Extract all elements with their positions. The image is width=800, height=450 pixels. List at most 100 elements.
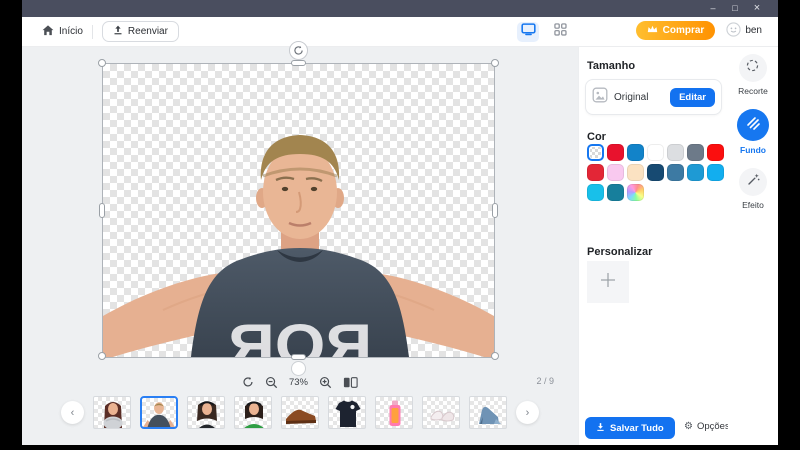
size-value: Original: [614, 91, 649, 103]
color-swatch-9[interactable]: [627, 164, 644, 181]
thumbnail-blue-heel[interactable]: [469, 396, 507, 429]
settings-panel: Tamanho Original Editar Cor Personalizar: [578, 47, 730, 445]
color-swatch-7[interactable]: [587, 164, 604, 181]
home-icon: [42, 24, 54, 39]
image-icon: [592, 87, 608, 108]
thumbnail-woman-headphones[interactable]: [187, 396, 225, 429]
customize-section-title: Personalizar: [587, 246, 653, 258]
thumbnail-selfie-man[interactable]: [140, 396, 178, 429]
home-button[interactable]: Início: [42, 24, 83, 39]
shirt-print-text: ROR: [228, 313, 372, 357]
zoom-out-icon[interactable]: [265, 376, 278, 389]
color-swatch-4[interactable]: [667, 144, 684, 161]
plus-icon: [598, 270, 618, 295]
image-counter: 2 / 9: [536, 376, 554, 386]
options-label: Opções: [696, 421, 730, 432]
background-stripes-icon: [745, 115, 761, 136]
reupload-label: Reenviar: [127, 26, 168, 37]
grid-view-button[interactable]: [549, 22, 571, 42]
app-window: – □ × Início Reenviar Comprar ben ROR 73…: [22, 0, 778, 445]
color-swatch-15[interactable]: [607, 184, 624, 201]
resize-handle-bottom-right[interactable]: [491, 352, 499, 360]
reupload-button[interactable]: Reenviar: [101, 21, 179, 42]
selfie-image: ROR: [103, 135, 494, 357]
prev-arrow-button[interactable]: ‹: [61, 401, 84, 424]
zoom-in-icon[interactable]: [319, 376, 332, 389]
crop-label: Recorte: [738, 86, 768, 96]
rotate-handle[interactable]: [289, 41, 308, 60]
buy-button[interactable]: Comprar: [635, 21, 716, 40]
tool-crop[interactable]: Recorte: [738, 54, 768, 96]
canvas-area: ROR 73% 2 / 9 ‹ ›: [22, 41, 578, 445]
main-area: ROR 73% 2 / 9 ‹ › Tamanho Original Edita…: [22, 41, 778, 445]
zoom-toolbar: 73%: [22, 374, 578, 390]
resize-handle-top[interactable]: [291, 60, 306, 66]
thumbnail-perfume-bottle[interactable]: [375, 396, 413, 429]
color-swatch-6[interactable]: [707, 144, 724, 161]
top-toolbar: Início Reenviar Comprar ben: [22, 17, 778, 47]
effect-label: Efeito: [742, 200, 764, 210]
thumbnail-white-sandals[interactable]: [422, 396, 460, 429]
crown-icon: [647, 25, 658, 36]
color-swatch-5[interactable]: [687, 144, 704, 161]
upload-icon: [113, 25, 123, 38]
maximize-button[interactable]: □: [724, 0, 746, 17]
resize-handle-right[interactable]: [492, 203, 498, 218]
zoom-percent: 73%: [288, 376, 308, 388]
thumbnail-strip: ‹ ›: [22, 396, 578, 429]
resize-handle-top-right[interactable]: [491, 59, 499, 67]
crop-icon: [745, 58, 760, 78]
reset-rotation-icon[interactable]: [242, 376, 254, 388]
title-bar: – □ ×: [22, 0, 778, 17]
resize-handle-bottom-left[interactable]: [98, 352, 106, 360]
thumbnail-woman-green[interactable]: [234, 396, 272, 429]
color-swatch-2[interactable]: [627, 144, 644, 161]
color-section-title: Cor: [587, 131, 606, 143]
color-swatch-8[interactable]: [607, 164, 624, 181]
background-label: Fundo: [740, 145, 766, 155]
options-button[interactable]: ⚙ Opções: [684, 421, 730, 432]
tool-background[interactable]: Fundo: [737, 109, 769, 155]
resize-handle-top-left[interactable]: [98, 59, 106, 67]
tool-effect[interactable]: Efeito: [739, 168, 767, 210]
color-swatch-0[interactable]: [587, 144, 604, 161]
single-view-button[interactable]: [517, 22, 539, 42]
color-swatch-12[interactable]: [687, 164, 704, 181]
compare-view-icon[interactable]: [343, 376, 358, 388]
add-custom-background-button[interactable]: [587, 261, 629, 303]
avatar-icon: [726, 21, 741, 40]
color-swatch-1[interactable]: [607, 144, 624, 161]
color-swatches: [587, 144, 727, 201]
resize-handle-left[interactable]: [99, 203, 105, 218]
color-swatch-16[interactable]: [627, 184, 644, 201]
home-label: Início: [59, 26, 83, 37]
grid-icon: [553, 23, 567, 41]
color-swatch-14[interactable]: [587, 184, 604, 201]
download-icon: [596, 422, 605, 435]
thumbnail-black-tshirt[interactable]: [328, 396, 366, 429]
save-all-label: Salvar Tudo: [610, 422, 664, 434]
minimize-button[interactable]: –: [702, 0, 724, 17]
color-swatch-11[interactable]: [667, 164, 684, 181]
color-swatch-10[interactable]: [647, 164, 664, 181]
image-canvas[interactable]: ROR: [98, 41, 499, 376]
magic-wand-icon: [746, 172, 761, 192]
size-card: Original Editar: [585, 79, 722, 115]
thumbnail-woman-scarf[interactable]: [93, 396, 131, 429]
save-all-button[interactable]: Salvar Tudo: [585, 417, 675, 439]
screen: – □ × Início Reenviar Comprar ben ROR 73…: [0, 0, 800, 450]
color-swatch-13[interactable]: [707, 164, 724, 181]
user-account-button[interactable]: ben: [726, 21, 762, 40]
color-swatch-3[interactable]: [647, 144, 664, 161]
buy-label: Comprar: [662, 25, 705, 36]
edit-size-button[interactable]: Editar: [670, 87, 715, 107]
tools-rail: Recorte Fundo Efeito: [728, 47, 778, 445]
resize-handle-bottom[interactable]: [291, 354, 306, 360]
thumbnail-brown-shoe[interactable]: [281, 396, 319, 429]
size-section-title: Tamanho: [587, 60, 636, 72]
gear-icon: ⚙: [684, 421, 693, 432]
close-button[interactable]: ×: [746, 0, 768, 17]
next-arrow-button[interactable]: ›: [516, 401, 539, 424]
user-name: ben: [745, 25, 762, 36]
monitor-icon: [520, 23, 536, 41]
